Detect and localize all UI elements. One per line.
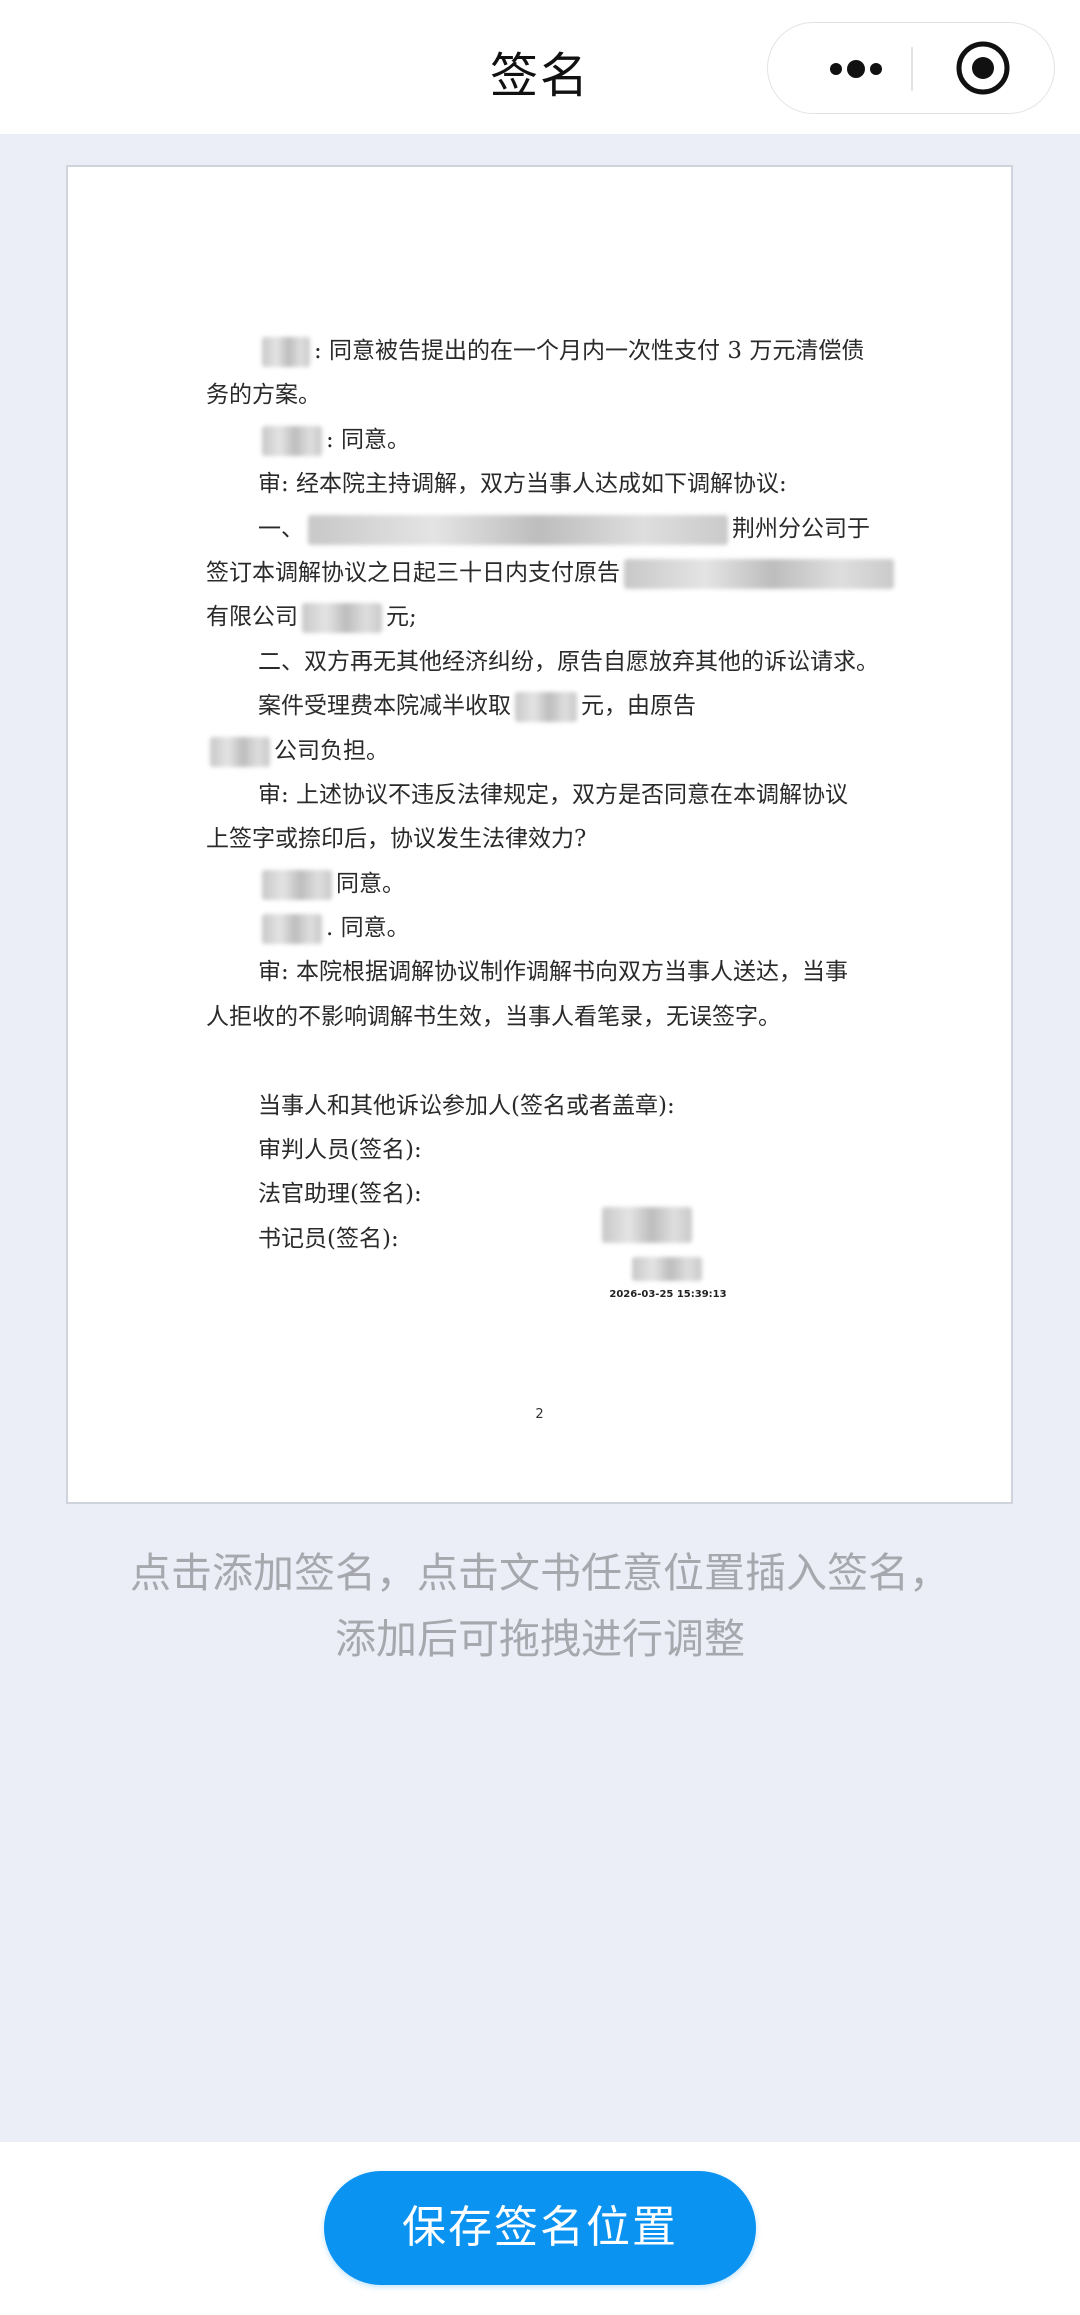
- document-line: 审: 本院根据调解协议制作调解书向双方当事人送达，当事: [206, 950, 926, 994]
- redacted-text: [624, 558, 894, 589]
- line-text: 公司负担。: [274, 737, 389, 764]
- document-line: 一、 荆州分公司于: [206, 507, 926, 551]
- redacted-text: [262, 914, 322, 945]
- line-text: 人拒收的不影响调解书生效，当事人看笔录，无误签字。: [206, 1003, 781, 1030]
- line-text: : 同意被告提出的在一个月内一次性支付 3 万元清偿债: [314, 338, 865, 364]
- hint-line-2: 添加后可拖拽进行调整: [335, 1615, 745, 1663]
- line-text: 二、双方再无其他经济纠纷，原告自愿放弃其他的诉讼请求。: [258, 648, 879, 675]
- document-line: . 同意。: [206, 906, 926, 950]
- bottom-bar: 保存签名位置: [0, 2142, 1080, 2315]
- signature-hint: 点击添加签名，点击文书任意位置插入签名， 添加后可拖拽进行调整: [60, 1540, 1020, 1672]
- page-number: 2: [535, 1407, 544, 1422]
- document-line: 务的方案。: [206, 373, 926, 417]
- more-dots-icon[interactable]: [810, 23, 902, 115]
- document-line: 签订本调解协议之日起三十日内支付原告: [206, 551, 926, 595]
- redacted-text: [302, 603, 382, 634]
- document-line: : 同意被告提出的在一个月内一次性支付 3 万元清偿债: [206, 329, 926, 373]
- line-text: 签订本调解协议之日起三十日内支付原告: [206, 559, 620, 586]
- capsule-divider: [911, 47, 913, 91]
- signature-line: 书记员(签名):: [258, 1225, 399, 1252]
- document-line: 审: 经本院主持调解，双方当事人达成如下调解协议:: [206, 462, 926, 506]
- redacted-text: [262, 425, 322, 456]
- mini-program-capsule: [767, 22, 1055, 114]
- document-line: 二、双方再无其他经济纠纷，原告自愿放弃其他的诉讼请求。: [206, 640, 926, 684]
- redacted-text: [515, 692, 577, 723]
- document-line: 上签字或捺印后，协议发生法律效力?: [206, 817, 926, 861]
- redacted-signature: [632, 1257, 702, 1281]
- line-text: 元，由原告: [581, 693, 696, 720]
- document-line: 案件受理费本院减半收取 元，由原告: [206, 684, 926, 728]
- redacted-signature: [602, 1207, 692, 1243]
- document-line: 同意。: [206, 862, 926, 906]
- line-text: . 同意。: [326, 915, 410, 942]
- signature-line: 当事人和其他诉讼参加人(签名或者盖章):: [258, 1092, 675, 1119]
- line-text: 上签字或捺印后，协议发生法律效力?: [206, 826, 587, 853]
- line-text: 荆州分公司于: [732, 515, 870, 542]
- document-line: 审: 上述协议不违反法律规定，双方是否同意在本调解协议: [206, 773, 926, 817]
- capsule-close-icon[interactable]: [954, 39, 1012, 97]
- signature-line: 审判人员(签名):: [258, 1137, 422, 1164]
- line-text: 审: 经本院主持调解，双方当事人达成如下调解协议:: [258, 471, 787, 498]
- redacted-text: [210, 736, 270, 767]
- line-text: 务的方案。: [206, 382, 321, 409]
- document-line: : 同意。: [206, 418, 926, 462]
- redacted-text: [262, 337, 310, 367]
- line-text: : 同意。: [326, 426, 411, 453]
- document-line: 公司负担。: [206, 729, 926, 773]
- document-text: : 同意被告提出的在一个月内一次性支付 3 万元清偿债务的方案。: 同意。审: …: [206, 329, 926, 1261]
- redacted-text: [308, 514, 728, 545]
- signature-line: 法官助理(签名):: [258, 1181, 422, 1208]
- line-text: 一、: [258, 515, 304, 542]
- save-signature-position-button[interactable]: 保存签名位置: [324, 2171, 756, 2285]
- signature-timestamp: 2026-03-25 15:39:13: [609, 1289, 727, 1300]
- line-text: 审: 本院根据调解协议制作调解书向双方当事人送达，当事: [258, 959, 849, 986]
- hint-line-1: 点击添加签名，点击文书任意位置插入签名，: [130, 1549, 950, 1597]
- navbar: 签名: [0, 0, 1080, 134]
- document-page[interactable]: : 同意被告提出的在一个月内一次性支付 3 万元清偿债务的方案。: 同意。审: …: [66, 165, 1013, 1504]
- line-text: 同意。: [336, 870, 405, 897]
- document-line: 人拒收的不影响调解书生效，当事人看笔录，无误签字。: [206, 995, 926, 1039]
- redacted-text: [262, 869, 332, 900]
- document-line: 有限公司 元;: [206, 595, 926, 639]
- line-text: 案件受理费本院减半收取: [258, 693, 511, 720]
- clerk-signature-stamp: 2026-03-25 15:39:13: [578, 1207, 758, 1317]
- line-text: 元;: [386, 604, 417, 631]
- line-text: 有限公司: [206, 604, 298, 631]
- line-text: 审: 上述协议不违反法律规定，双方是否同意在本调解协议: [258, 781, 849, 808]
